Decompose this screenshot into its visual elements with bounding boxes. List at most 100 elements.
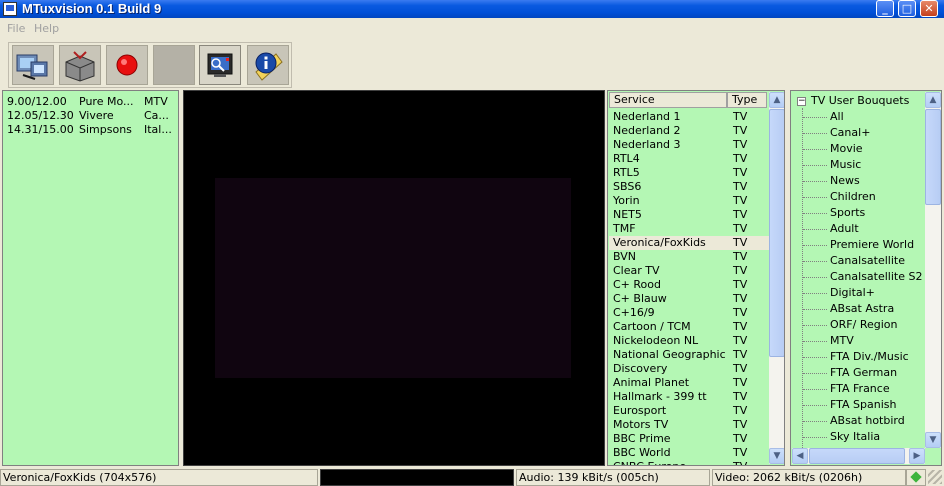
close-button[interactable]: ✕ — [920, 0, 938, 17]
resize-grip[interactable] — [928, 470, 942, 484]
connect-button[interactable] — [12, 45, 54, 85]
scroll-thumb[interactable] — [809, 448, 905, 464]
bouquet-item[interactable]: All — [830, 110, 844, 124]
service-row[interactable]: C+ Blauw TV — [609, 292, 769, 306]
tree-connector — [803, 197, 827, 198]
epg-row[interactable]: 14.31/15.00 Simpsons Ital... — [7, 123, 177, 137]
bouquet-item[interactable]: FTA German — [830, 366, 897, 380]
service-row[interactable]: NET5 TV — [609, 208, 769, 222]
title-bar[interactable]: MTuxvision 0.1 Build 9 _ □ ✕ — [0, 0, 944, 18]
service-row[interactable]: Eurosport TV — [609, 404, 769, 418]
menu-file[interactable]: File — [7, 22, 25, 35]
service-row[interactable]: C+16/9 TV — [609, 306, 769, 320]
service-row[interactable]: Animal Planet TV — [609, 376, 769, 390]
service-row[interactable]: BBC World TV — [609, 446, 769, 460]
service-row[interactable]: SBS6 TV — [609, 180, 769, 194]
service-row[interactable]: BVN TV — [609, 250, 769, 264]
info-icon — [255, 52, 283, 81]
tree-connector — [803, 165, 827, 166]
service-type: TV — [733, 334, 748, 347]
scroll-left-icon[interactable]: ◀ — [792, 448, 808, 464]
bouquet-item[interactable]: ABsat hotbird — [830, 414, 905, 428]
info-button[interactable] — [247, 45, 289, 85]
blank-button[interactable] — [153, 45, 195, 85]
bouquet-item[interactable]: ORF/ Region — [830, 318, 898, 332]
minimize-button[interactable]: _ — [876, 0, 894, 17]
service-row[interactable]: TMF TV — [609, 222, 769, 236]
tv-screen-icon — [207, 53, 233, 77]
scroll-thumb[interactable] — [925, 109, 941, 205]
service-list: Service Type Nederland 1 TV Nederland 2 TV N… — [607, 90, 785, 466]
service-type: TV — [733, 194, 748, 207]
service-row[interactable]: Nederland 1 TV — [609, 110, 769, 124]
epg-panel[interactable]: 9.00/12.00 Pure Mo... MTV 12.05/12.30 Vivere… — [2, 90, 179, 466]
service-scrollbar[interactable]: ▲ ▼ — [769, 92, 784, 464]
column-header-type[interactable]: Type — [727, 92, 767, 108]
service-row[interactable]: BBC Prime TV — [609, 432, 769, 446]
epg-title: Pure Mo... — [79, 95, 134, 108]
epg-time: 14.31/15.00 — [7, 123, 74, 136]
service-row[interactable]: CNBC Europe TV — [609, 460, 769, 465]
bouquet-item[interactable]: Children — [830, 190, 876, 204]
service-row[interactable]: RTL4 TV — [609, 152, 769, 166]
bouquet-item[interactable]: Sports — [830, 206, 865, 220]
service-row[interactable]: National Geographic TV — [609, 348, 769, 362]
bouquet-vscrollbar[interactable]: ▲ ▼ — [925, 92, 941, 448]
toolbar — [8, 42, 292, 88]
bouquet-item[interactable]: FTA Div./Music — [830, 350, 909, 364]
collapse-icon[interactable]: − — [797, 97, 806, 106]
service-row[interactable]: C+ Rood TV — [609, 278, 769, 292]
service-type: TV — [733, 292, 748, 305]
scroll-up-icon[interactable]: ▲ — [769, 92, 784, 108]
column-header-service[interactable]: Service — [609, 92, 727, 108]
bouquet-item[interactable]: Sky Italia — [830, 430, 880, 444]
bouquet-item[interactable]: MTV — [830, 334, 854, 348]
service-row[interactable]: Hallmark - 399 tt TV — [609, 390, 769, 404]
status-video: Video: 2062 kBit/s (0206h) — [712, 469, 906, 486]
service-row[interactable]: Nederland 2 TV — [609, 124, 769, 138]
tree-connector — [802, 108, 803, 465]
tree-connector — [803, 149, 827, 150]
maximize-button[interactable]: □ — [898, 0, 916, 17]
video-display[interactable] — [183, 90, 605, 466]
signal-icon — [906, 469, 926, 486]
bouquet-item[interactable]: Canalsatellite S2 — [830, 270, 922, 284]
bouquet-hscrollbar[interactable]: ◀ ▶ — [792, 448, 925, 464]
bouquet-item[interactable]: Canal+ — [830, 126, 870, 140]
record-button[interactable] — [106, 45, 148, 85]
service-name: Clear TV — [613, 264, 660, 277]
scroll-thumb[interactable] — [769, 109, 784, 357]
menu-help[interactable]: Help — [34, 22, 59, 35]
bouquet-item[interactable]: ABsat Astra — [830, 302, 894, 316]
tree-connector — [803, 229, 827, 230]
scroll-down-icon[interactable]: ▼ — [925, 432, 941, 448]
service-row[interactable]: Motors TV TV — [609, 418, 769, 432]
bouquet-item[interactable]: Music — [830, 158, 861, 172]
epg-row[interactable]: 12.05/12.30 Vivere Ca... — [7, 109, 177, 123]
scroll-right-icon[interactable]: ▶ — [909, 448, 925, 464]
bouquet-item[interactable]: Canalsatellite — [830, 254, 905, 268]
tree-connector — [803, 421, 827, 422]
bouquet-item[interactable]: Adult — [830, 222, 859, 236]
service-row[interactable]: Clear TV TV — [609, 264, 769, 278]
network-connect-icon — [16, 54, 48, 80]
service-row[interactable]: Cartoon / TCM TV — [609, 320, 769, 334]
service-row[interactable]: Yorin TV — [609, 194, 769, 208]
service-row[interactable]: Nederland 3 TV — [609, 138, 769, 152]
bouquet-item[interactable]: FTA Spanish — [830, 398, 896, 412]
service-row[interactable]: Veronica/FoxKids TV — [609, 236, 769, 250]
service-row[interactable]: Discovery TV — [609, 362, 769, 376]
set-top-box-button[interactable] — [59, 45, 101, 85]
service-row[interactable]: Nickelodeon NL TV — [609, 334, 769, 348]
tv-screen-button[interactable] — [199, 45, 241, 85]
epg-row[interactable]: 9.00/12.00 Pure Mo... MTV — [7, 95, 177, 109]
bouquet-item[interactable]: Digital+ — [830, 286, 875, 300]
scroll-up-icon[interactable]: ▲ — [925, 92, 941, 108]
tree-root[interactable]: − TV User Bouquets — [797, 94, 909, 108]
service-row[interactable]: RTL5 TV — [609, 166, 769, 180]
bouquet-item[interactable]: Premiere World — [830, 238, 914, 252]
bouquet-item[interactable]: Movie — [830, 142, 863, 156]
scroll-down-icon[interactable]: ▼ — [769, 448, 784, 464]
bouquet-item[interactable]: News — [830, 174, 860, 188]
bouquet-item[interactable]: FTA France — [830, 382, 890, 396]
